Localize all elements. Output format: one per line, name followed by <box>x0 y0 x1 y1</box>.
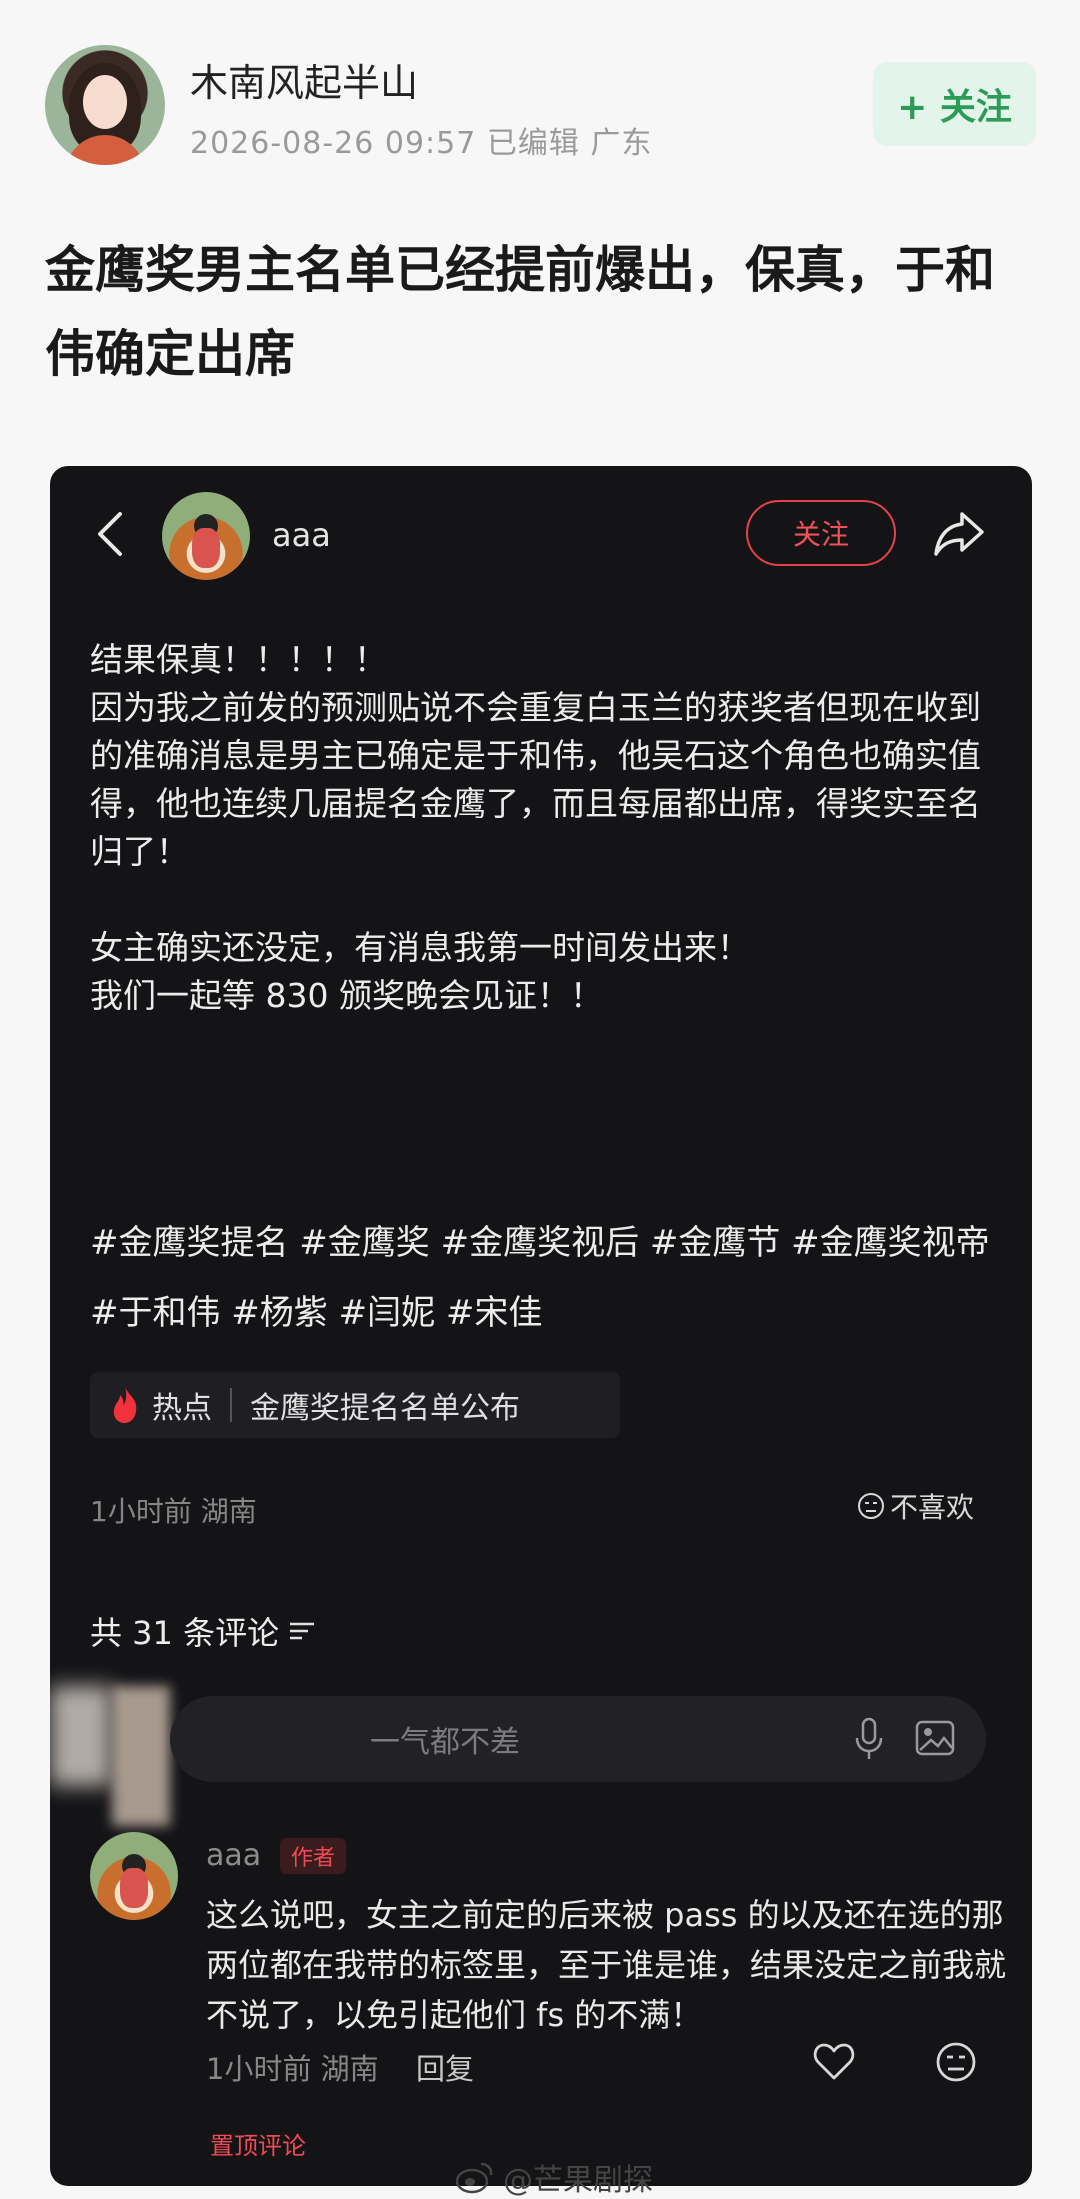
post-meta: 2026-08-26 09:57 已编辑 广东 <box>190 126 653 161</box>
dislike-button[interactable]: 不喜欢 <box>856 1486 974 1526</box>
content-line: 结果保真！！！！！ <box>90 640 387 679</box>
pinned-comment-label: 置顶评论 <box>210 2132 306 2160</box>
sort-icon[interactable] <box>287 1618 317 1644</box>
hot-topic: 金鹰奖提名名单公布 <box>250 1391 520 1426</box>
weibo-logo-icon <box>455 2162 493 2194</box>
comment-input[interactable]: 一气都不差 <box>170 1696 986 1782</box>
comment-count-label: 共 31 条评论 <box>90 1614 280 1652</box>
hot-topic-chip[interactable]: 热点 金鹰奖提名名单公布 <box>90 1372 620 1438</box>
heart-icon[interactable] <box>812 2042 856 2082</box>
follow-button[interactable]: + 关注 <box>873 62 1036 146</box>
image-icon[interactable] <box>914 1718 956 1758</box>
blurred-area <box>112 1686 170 1826</box>
embedded-screenshot: aaa 关注 结果保真！！！！！ 因为我之前发的预测贴说不会重复白玉兰的获奖者但… <box>50 466 1032 2186</box>
back-arrow-icon[interactable] <box>90 508 130 560</box>
comment-input-placeholder: 一气都不差 <box>370 1725 520 1760</box>
reply-button[interactable]: 回复 <box>416 2046 474 2088</box>
author-name[interactable]: 木南风起半山 <box>190 52 418 107</box>
share-icon[interactable] <box>930 506 988 560</box>
content-line: 女主确实还没定，有消息我第一时间发出来！ <box>90 928 750 967</box>
post-time-location: 1小时前 湖南 <box>90 1495 257 1528</box>
post-content: 结果保真！！！！！ 因为我之前发的预测贴说不会重复白玉兰的获奖者但现在收到的准确… <box>90 636 1000 1020</box>
microphone-icon[interactable] <box>852 1716 886 1762</box>
post-title: 金鹰奖男主名单已经提前爆出，保真，于和伟确定出席 <box>45 241 995 383</box>
divider <box>230 1388 232 1422</box>
hashtags[interactable]: #金鹰奖提名 #金鹰奖 #金鹰奖视后 #金鹰节 #金鹰奖视帝 #于和伟 #杨紫 … <box>90 1208 1000 1348</box>
content-line: 因为我之前发的预测贴说不会重复白玉兰的获奖者但现在收到的准确消息是男主已确定是于… <box>90 688 981 871</box>
author-badge: 作者 <box>280 1838 346 1874</box>
neutral-face-icon <box>858 1493 884 1519</box>
content-line: 我们一起等 830 颁奖晚会见证！！ <box>90 976 603 1015</box>
comment-count[interactable]: 共 31 条评论 <box>90 1608 317 1654</box>
comment-time-location: 1小时前 湖南 <box>206 2052 379 2086</box>
neutral-face-icon[interactable] <box>934 2040 978 2084</box>
user-name[interactable]: aaa <box>272 516 331 554</box>
follow-button[interactable]: 关注 <box>746 500 896 566</box>
watermark-text: @芒果剧探 <box>503 2163 653 2198</box>
commenter-name[interactable]: aaa <box>206 1838 261 1873</box>
blurred-area <box>50 1686 112 1786</box>
user-avatar[interactable] <box>162 492 250 580</box>
hot-label: 热点 <box>152 1391 212 1426</box>
commenter-avatar[interactable] <box>90 1832 178 1920</box>
author-avatar[interactable] <box>45 45 165 165</box>
dislike-label: 不喜欢 <box>890 1491 975 1524</box>
comment-text: 这么说吧，女主之前定的后来被 pass 的以及还在选的那两位都在我带的标签里，至… <box>206 1896 1007 2034</box>
fire-icon <box>113 1387 137 1423</box>
watermark: @芒果剧探 <box>455 2155 653 2199</box>
